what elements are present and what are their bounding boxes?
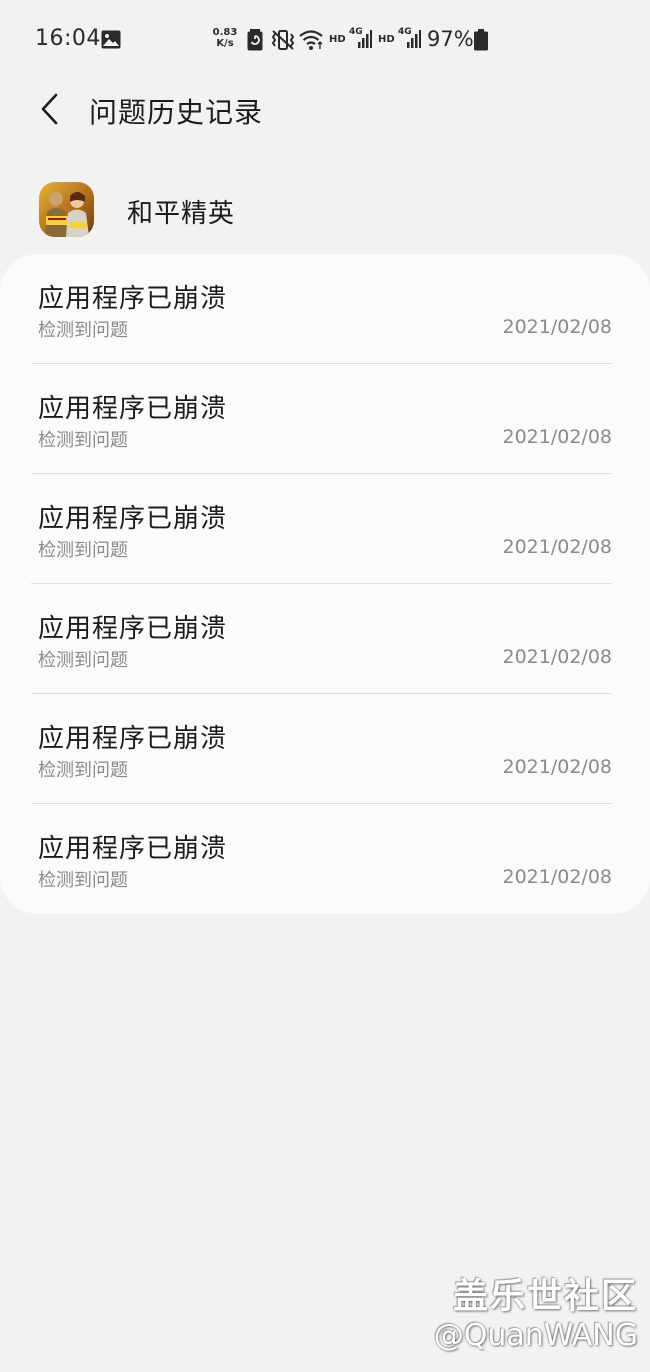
battery-saver-icon [247, 29, 263, 51]
history-item-date: 2021/02/08 [502, 866, 612, 888]
history-item-subtitle: 检测到问题 [38, 650, 128, 671]
network-speed-value: 0.83 [212, 27, 238, 38]
history-item[interactable]: 应用程序已崩溃 检测到问题 2021/02/08 [0, 254, 650, 364]
history-item-date: 2021/02/08 [502, 536, 612, 558]
history-item-title: 应用程序已崩溃 [38, 504, 228, 534]
game-app-icon [39, 182, 94, 237]
image-icon [101, 30, 121, 49]
page-title: 问题历史记录 [89, 96, 264, 129]
history-item-title: 应用程序已崩溃 [38, 394, 228, 424]
watermark-user: @QuanWANG [433, 1318, 638, 1353]
history-item[interactable]: 应用程序已崩溃 检测到问题 2021/02/08 [0, 584, 650, 694]
app-name: 和平精英 [127, 199, 236, 229]
status-bar: 16:04 0.83 K/s HD 4G HD 4G 97% [0, 0, 650, 80]
history-item-title: 应用程序已崩溃 [38, 724, 228, 754]
history-item-date: 2021/02/08 [502, 756, 612, 778]
status-time: 16:04 [35, 26, 101, 51]
back-button[interactable] [30, 86, 74, 130]
history-item-subtitle: 检测到问题 [38, 430, 128, 451]
hd-label-1: HD [329, 34, 346, 45]
history-item-title: 应用程序已崩溃 [38, 614, 228, 644]
watermark-brand: 盖乐世社区 [452, 1277, 638, 1317]
hd-label-2: HD [378, 34, 395, 45]
history-item-subtitle: 检测到问题 [38, 540, 128, 561]
chevron-left-icon [41, 93, 58, 125]
network-speed-unit: K/s [216, 38, 234, 49]
battery-icon [474, 29, 488, 51]
history-item-date: 2021/02/08 [502, 646, 612, 668]
history-item[interactable]: 应用程序已崩溃 检测到问题 2021/02/08 [0, 694, 650, 804]
wifi-icon [299, 30, 323, 50]
network-speed: 0.83 K/s [210, 27, 240, 49]
history-item-subtitle: 检测到问题 [38, 320, 128, 341]
vibrate-icon [271, 30, 295, 50]
history-item-subtitle: 检测到问题 [38, 870, 128, 891]
history-item-title: 应用程序已崩溃 [38, 834, 228, 864]
history-item-date: 2021/02/08 [502, 426, 612, 448]
signal-icon [358, 30, 372, 48]
history-item[interactable]: 应用程序已崩溃 检测到问题 2021/02/08 [0, 364, 650, 474]
history-item[interactable]: 应用程序已崩溃 检测到问题 2021/02/08 [0, 474, 650, 584]
history-item-title: 应用程序已崩溃 [38, 284, 228, 314]
history-card: 应用程序已崩溃 检测到问题 2021/02/08 应用程序已崩溃 检测到问题 2… [0, 254, 650, 914]
history-item[interactable]: 应用程序已崩溃 检测到问题 2021/02/08 [0, 804, 650, 914]
history-item-date: 2021/02/08 [502, 316, 612, 338]
history-item-subtitle: 检测到问题 [38, 760, 128, 781]
battery-percent: 97% [427, 27, 474, 51]
signal-icon-2 [407, 30, 421, 48]
